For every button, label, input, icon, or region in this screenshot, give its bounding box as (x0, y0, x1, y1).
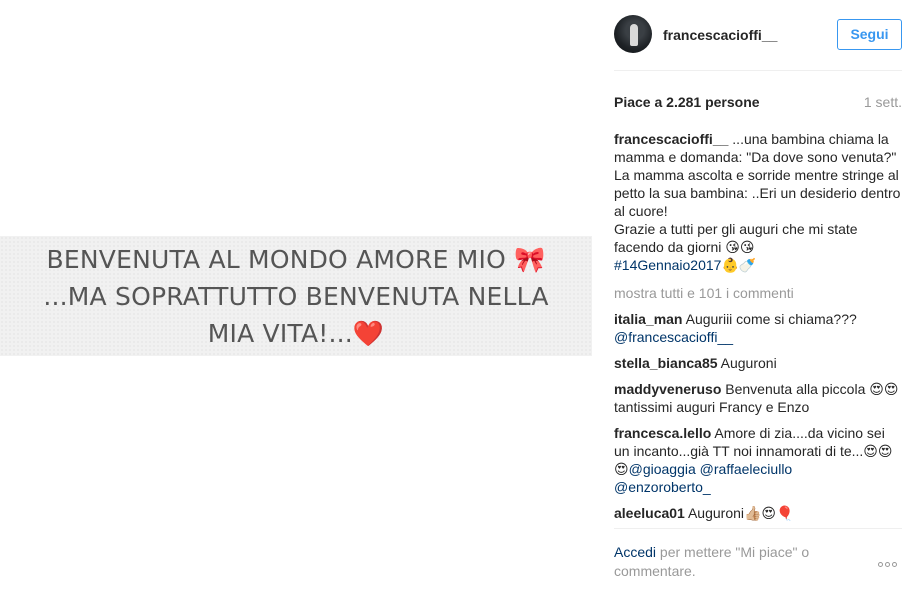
avatar-figure (630, 24, 638, 46)
follow-button[interactable]: Segui (837, 19, 902, 50)
caption-text-2: La mamma ascolta e sorride mentre string… (614, 167, 901, 219)
caption: francescacioffi__ ...una bambina chiama … (614, 130, 902, 274)
caption-hashtag[interactable]: #14Gennaio2017 (614, 257, 721, 273)
login-link[interactable]: Accedi (614, 544, 656, 560)
show-all-comments-link[interactable]: mostra tutti e 101 i commenti (614, 284, 902, 302)
login-prompt: Accedi per mettere "Mi piace" o commenta… (614, 543, 854, 581)
comment-username[interactable]: francesca.lello (614, 425, 711, 441)
post-image: BENVENUTA AL MONDO AMORE MIO 🎀 ...MA SOP… (0, 236, 592, 356)
comment-item: italia_man Auguriii come si chiama??? @f… (614, 310, 902, 346)
comment-username[interactable]: italia_man (614, 311, 682, 327)
comment-username[interactable]: stella_bianca85 (614, 355, 718, 371)
comment-username[interactable]: maddyveneruso (614, 381, 721, 397)
post-header: francescacioffi__ Segui (600, 0, 913, 70)
comment-item: francesca.lello Amore di zia....da vicin… (614, 424, 902, 496)
comment-username[interactable]: aleeluca01 (614, 505, 685, 521)
caption-text-3: Grazie a tutti per gli auguri che mi sta… (614, 221, 858, 255)
comment-item: maddyveneruso Benvenuta alla piccola 😍😍t… (614, 380, 902, 416)
image-text-line-2: ...MA SOPRATTUTTO BENVENUTA NELLA (43, 281, 549, 311)
comment-item: aleeluca01 Auguroni👍🏼😍🎈 (614, 504, 902, 522)
dot-icon (885, 562, 890, 567)
post-time[interactable]: 1 sett. (864, 94, 902, 110)
comment-mention[interactable]: @francescacioffi__ (614, 329, 733, 345)
header-divider (614, 70, 902, 71)
comment-mention[interactable]: @enzoroberto_ (614, 479, 711, 495)
comment-item: stella_bianca85 Auguroni (614, 354, 902, 372)
likes-row: Piace a 2.281 persone 1 sett. (614, 94, 902, 114)
caption-hashtag-emoji: 👶🍼 (721, 257, 757, 273)
dot-icon (892, 562, 897, 567)
comment-text: Auguroni👍🏼😍🎈 (684, 505, 794, 521)
more-options-icon[interactable] (878, 556, 899, 570)
comment-text: Auguroni (717, 355, 777, 371)
post-author-username[interactable]: francescacioffi__ (663, 27, 777, 43)
caption-username[interactable]: francescacioffi__ (614, 131, 728, 147)
image-text-line-3: MIA VITA!...❤️ (207, 318, 385, 348)
comment-mention[interactable]: @raffaeleciullo (700, 461, 793, 477)
likes-count[interactable]: Piace a 2.281 persone (614, 94, 760, 110)
avatar[interactable] (614, 15, 652, 53)
post-media: BENVENUTA AL MONDO AMORE MIO 🎀 ...MA SOP… (0, 0, 600, 594)
post-side-panel: francescacioffi__ Segui Piace a 2.281 pe… (600, 0, 913, 594)
footer-divider (614, 528, 902, 529)
comment-mention[interactable]: @gioaggia (629, 461, 696, 477)
dot-icon (878, 562, 883, 567)
image-text-line-1: BENVENUTA AL MONDO AMORE MIO 🎀 (46, 244, 546, 274)
comment-text: Auguriii come si chiama??? (682, 311, 857, 327)
comments-list[interactable]: francescacioffi__ ...una bambina chiama … (614, 130, 902, 526)
